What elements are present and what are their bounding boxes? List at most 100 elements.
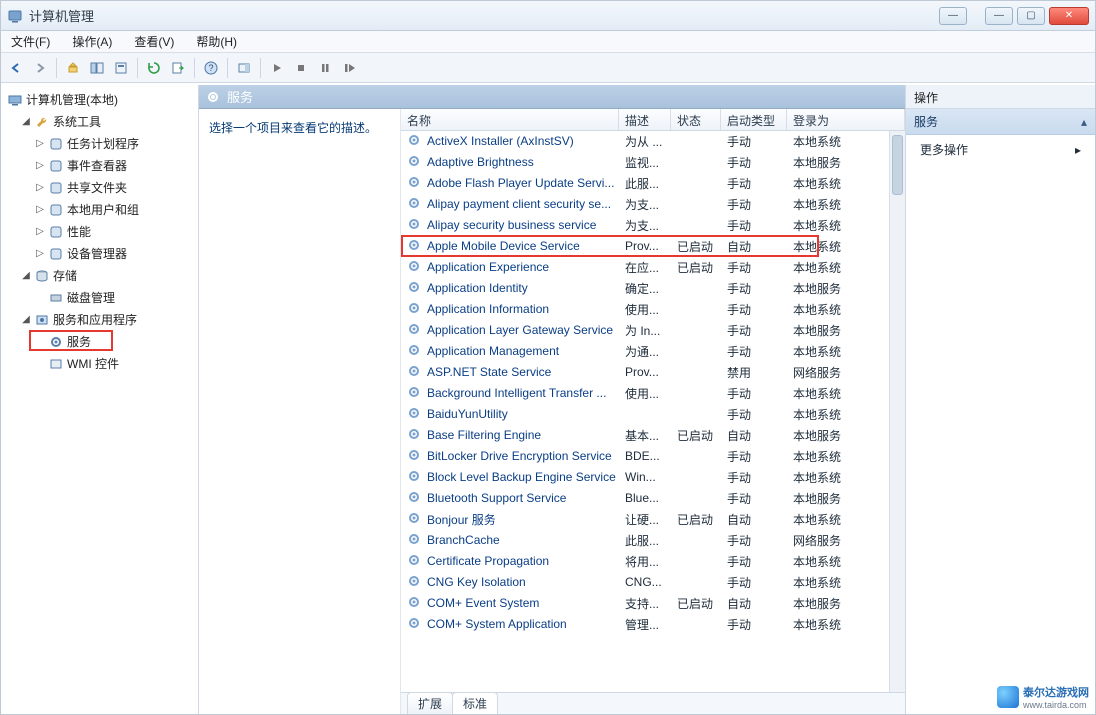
tree-item[interactable]: 磁盘管理 [33, 287, 196, 309]
menu-help[interactable]: 帮助(H) [190, 31, 243, 52]
expand-icon[interactable]: ▷ [35, 222, 45, 242]
minimize-button-extra[interactable]: — [939, 7, 967, 25]
expand-icon[interactable]: ▷ [35, 134, 45, 154]
tree-label: WMI 控件 [67, 354, 119, 374]
show-hide-tree-button[interactable] [86, 57, 108, 79]
service-row[interactable]: ActiveX Installer (AxInstSV) 为从 ... 手动 本… [401, 131, 905, 152]
tree-item[interactable]: ▷ 性能 [33, 221, 196, 243]
service-row[interactable]: Adaptive Brightness 监视... 手动 本地服务 [401, 152, 905, 173]
service-logon: 本地系统 [787, 448, 905, 465]
tab-extended[interactable]: 扩展 [407, 692, 453, 714]
services-list[interactable]: 名称 描述 状态 启动类型 登录为 ActiveX Installer (AxI… [401, 109, 905, 714]
nav-forward-button[interactable] [29, 57, 51, 79]
service-logon: 本地系统 [787, 574, 905, 591]
service-desc: 使用... [619, 301, 671, 318]
apps-icon [34, 312, 50, 328]
maximize-button[interactable]: ▢ [1017, 7, 1045, 25]
service-row[interactable]: Application Experience 在应... 已启动 手动 本地系统 [401, 257, 905, 278]
scroll-thumb[interactable] [892, 135, 903, 195]
col-name[interactable]: 名称 [401, 109, 619, 130]
gear-icon [407, 448, 423, 464]
service-name: Adaptive Brightness [427, 155, 534, 169]
service-row[interactable]: Apple Mobile Device Service Prov... 已启动 … [401, 236, 905, 257]
tree-item[interactable]: ▷ 本地用户和组 [33, 199, 196, 221]
service-row[interactable]: Certificate Propagation 将用... 手动 本地系统 [401, 551, 905, 572]
column-headers[interactable]: 名称 描述 状态 启动类型 登录为 [401, 109, 905, 131]
console-tree[interactable]: 计算机管理(本地) ◢ 系统工具 ▷ 任务计划程序 ▷ [1, 85, 199, 714]
service-logon: 本地系统 [787, 259, 905, 276]
watermark: 泰尔达游戏网 www.tairda.com [993, 682, 1093, 712]
service-row[interactable]: CNG Key Isolation CNG... 手动 本地系统 [401, 572, 905, 593]
collapse-icon[interactable]: ◢ [21, 266, 31, 286]
tree-item[interactable]: ▷ 任务计划程序 [33, 133, 196, 155]
vertical-scrollbar[interactable]: ▲ ▼ [889, 131, 905, 714]
service-startup: 手动 [721, 469, 787, 486]
export-list-button[interactable] [167, 57, 189, 79]
nav-back-button[interactable] [5, 57, 27, 79]
action-pane-button[interactable] [233, 57, 255, 79]
tree-services[interactable]: 服务 [33, 331, 196, 353]
actions-more-link[interactable]: 更多操作 ▸ [906, 135, 1095, 164]
up-level-button[interactable] [62, 57, 84, 79]
service-row[interactable]: COM+ Event System 支持... 已启动 自动 本地服务 [401, 593, 905, 614]
expand-icon[interactable]: ▷ [35, 244, 45, 264]
play-button[interactable] [266, 57, 288, 79]
restart-button[interactable] [338, 57, 360, 79]
service-name: Application Information [427, 302, 549, 316]
tab-standard[interactable]: 标准 [452, 692, 498, 714]
help-button[interactable]: ? [200, 57, 222, 79]
service-row[interactable]: BitLocker Drive Encryption Service BDE..… [401, 446, 905, 467]
service-row[interactable]: BaiduYunUtility 手动 本地系统 [401, 404, 905, 425]
service-row[interactable]: ASP.NET State Service Prov... 禁用 网络服务 [401, 362, 905, 383]
actions-section-header[interactable]: 服务 ▴ [906, 109, 1095, 135]
service-row[interactable]: Application Identity 确定... 手动 本地服务 [401, 278, 905, 299]
tree-item[interactable]: ▷ 事件查看器 [33, 155, 196, 177]
refresh-button[interactable] [143, 57, 165, 79]
service-row[interactable]: Bonjour 服务 让硬... 已启动 自动 本地系统 [401, 509, 905, 530]
service-logon: 本地系统 [787, 469, 905, 486]
service-row[interactable]: Alipay security business service 为支... 手… [401, 215, 905, 236]
tree-system-tools[interactable]: ◢ 系统工具 [19, 111, 196, 133]
tree-wmi[interactable]: WMI 控件 [33, 353, 196, 375]
service-row[interactable]: Application Information 使用... 手动 本地系统 [401, 299, 905, 320]
tree-item[interactable]: ▷ 设备管理器 [33, 243, 196, 265]
properties-button[interactable] [110, 57, 132, 79]
service-desc: Blue... [619, 491, 671, 505]
col-status[interactable]: 状态 [671, 109, 721, 130]
col-startup[interactable]: 启动类型 [721, 109, 787, 130]
stop-button[interactable] [290, 57, 312, 79]
collapse-icon[interactable]: ◢ [21, 310, 31, 330]
menu-view[interactable]: 查看(V) [128, 31, 180, 52]
collapse-icon[interactable]: ▴ [1081, 115, 1087, 129]
service-row[interactable]: BranchCache 此服... 手动 网络服务 [401, 530, 905, 551]
col-logon[interactable]: 登录为 [787, 109, 905, 130]
collapse-icon[interactable]: ◢ [21, 112, 31, 132]
tree-services-apps[interactable]: ◢ 服务和应用程序 [19, 309, 196, 331]
service-name: ActiveX Installer (AxInstSV) [427, 134, 574, 148]
pause-button[interactable] [314, 57, 336, 79]
service-row[interactable]: COM+ System Application 管理... 手动 本地系统 [401, 614, 905, 635]
tree-storage[interactable]: ◢ 存储 [19, 265, 196, 287]
service-row[interactable]: Bluetooth Support Service Blue... 手动 本地服… [401, 488, 905, 509]
tree-item[interactable]: ▷ 共享文件夹 [33, 177, 196, 199]
gear-icon [407, 574, 423, 590]
service-row[interactable]: Application Management 为通... 手动 本地系统 [401, 341, 905, 362]
service-row[interactable]: Application Layer Gateway Service 为 In..… [401, 320, 905, 341]
wmi-icon [48, 356, 64, 372]
service-startup: 手动 [721, 301, 787, 318]
minimize-button[interactable]: — [985, 7, 1013, 25]
close-button[interactable]: ✕ [1049, 7, 1089, 25]
col-desc[interactable]: 描述 [619, 109, 671, 130]
expand-icon[interactable]: ▷ [35, 156, 45, 176]
service-row[interactable]: Adobe Flash Player Update Servi... 此服...… [401, 173, 905, 194]
expand-icon[interactable]: ▷ [35, 178, 45, 198]
service-row[interactable]: Background Intelligent Transfer ... 使用..… [401, 383, 905, 404]
tree-root[interactable]: 计算机管理(本地) [5, 89, 196, 111]
menu-action[interactable]: 操作(A) [66, 31, 118, 52]
expand-icon[interactable]: ▷ [35, 200, 45, 220]
service-row[interactable]: Base Filtering Engine 基本... 已启动 自动 本地服务 [401, 425, 905, 446]
actions-pane: 操作 服务 ▴ 更多操作 ▸ [905, 85, 1095, 714]
menu-file[interactable]: 文件(F) [5, 31, 56, 52]
service-row[interactable]: Block Level Backup Engine Service Win...… [401, 467, 905, 488]
service-row[interactable]: Alipay payment client security se... 为支.… [401, 194, 905, 215]
